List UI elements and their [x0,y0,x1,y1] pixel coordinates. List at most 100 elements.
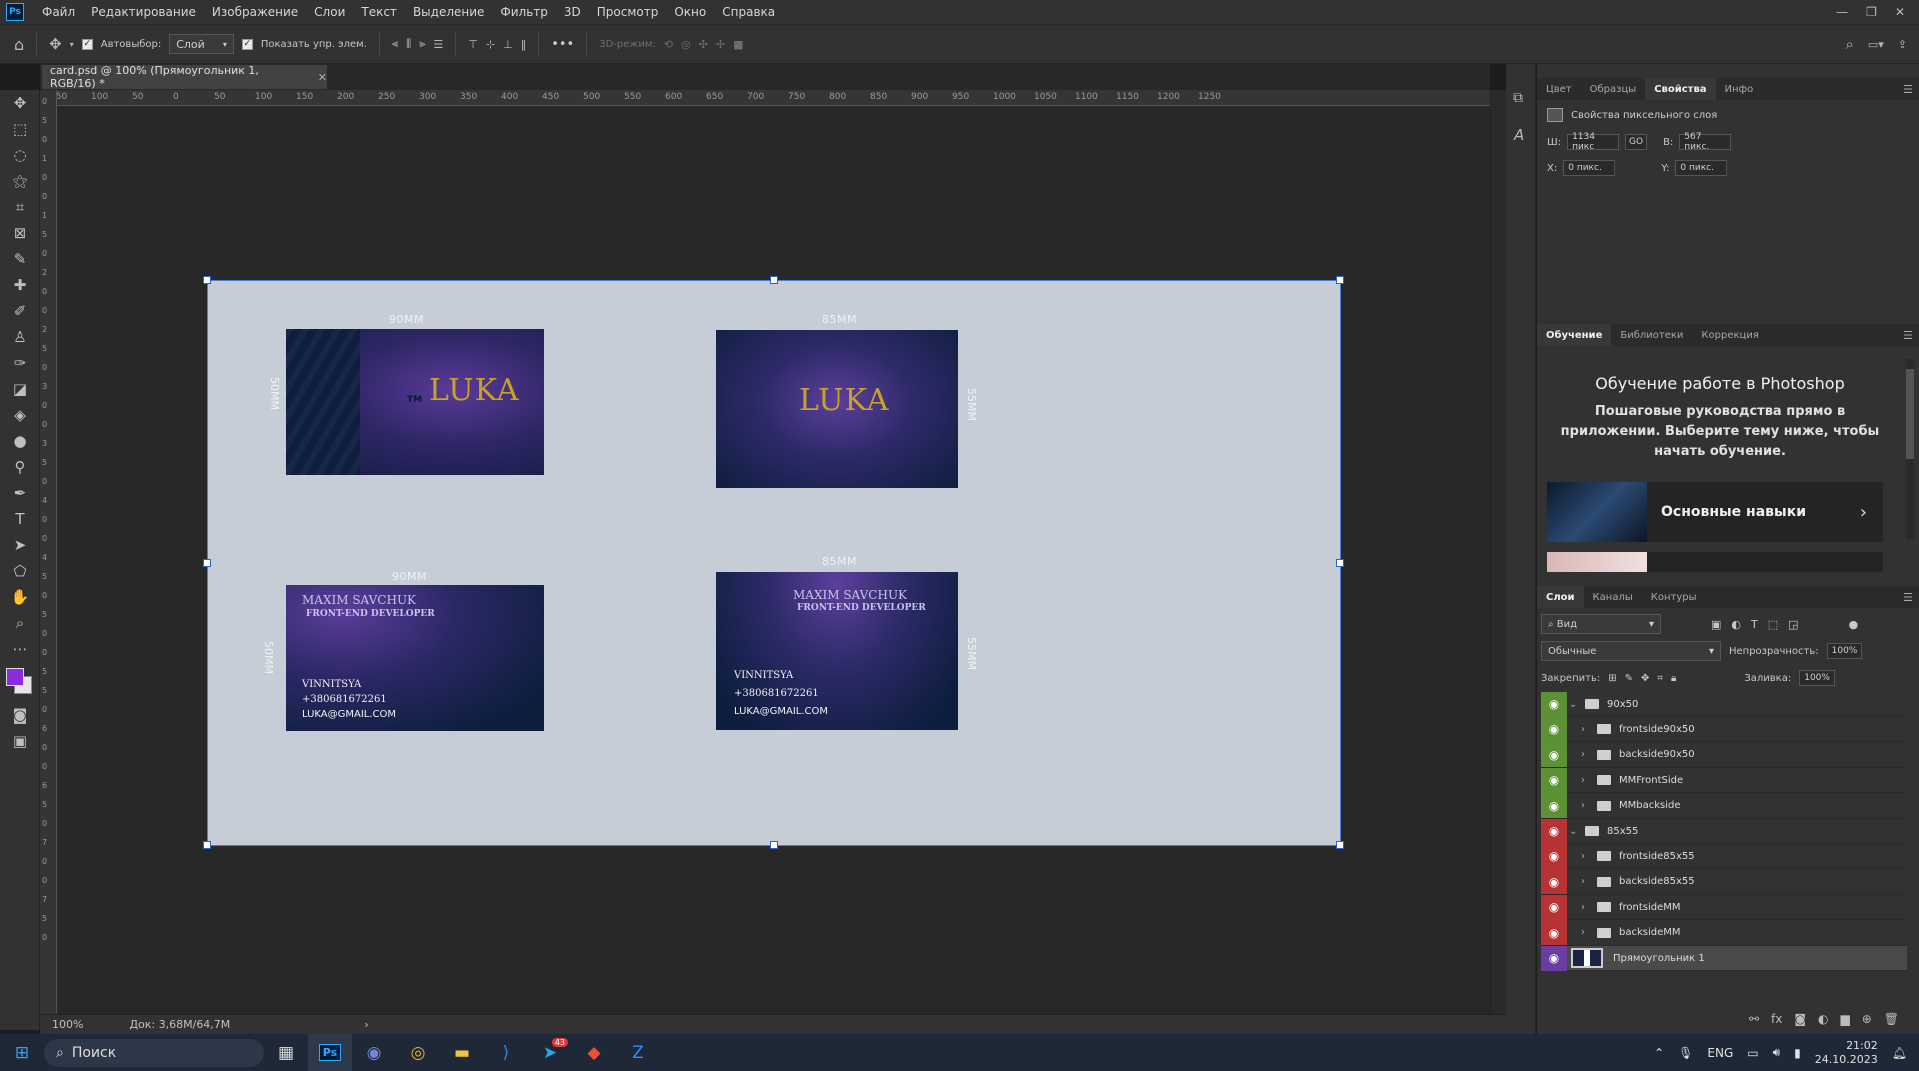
panel-menu-icon[interactable]: ☰ [1903,83,1913,96]
align-bottom-icon[interactable]: ⊥ [503,38,513,51]
close-icon[interactable]: ✕ [1895,5,1905,19]
windows-start-icon[interactable]: ⊞ [0,1034,44,1071]
more-options-button[interactable]: ••• [551,37,574,52]
autoselect-checkbox[interactable]: ✓ [81,38,93,50]
transform-handle[interactable] [1336,559,1344,567]
git-icon[interactable]: ◆ [572,1034,616,1071]
stamp-tool-icon[interactable]: ♙ [0,324,40,350]
blur-tool-icon[interactable]: ● [0,428,40,454]
roll-3d-icon[interactable]: ◎ [681,38,691,51]
tab-learn[interactable]: Обучение [1537,324,1612,346]
width-field[interactable]: 1134 пикс [1567,132,1620,152]
transform-handle[interactable] [770,841,778,849]
eye-icon[interactable]: ◉ [1541,767,1567,793]
business-card-front-90x50[interactable]: TM LUKA [286,329,544,475]
layer-row[interactable]: ◉ ⌄ 90x50 [1541,691,1907,717]
lock-transparent-icon[interactable]: ⊞ [1608,673,1616,684]
filter-adjustment-icon[interactable]: ◐ [1731,618,1741,631]
menu-edit[interactable]: Редактирование [83,5,204,19]
fx-icon[interactable]: fx [1771,1012,1782,1026]
tab-channels[interactable]: Каналы [1584,586,1642,608]
transform-handle[interactable] [770,276,778,284]
learn-card-basics[interactable]: Основные навыки › [1547,482,1883,542]
photoshop-logo[interactable]: Ps [6,3,24,21]
business-card-back-85x55[interactable]: MAXIM SAVCHUK FRONT-END DEVELOPER VINNIT… [716,572,958,730]
foreground-color-swatch[interactable] [6,668,24,686]
menu-filter[interactable]: Фильтр [492,5,555,19]
tab-properties[interactable]: Свойства [1645,78,1716,100]
type-tool-icon[interactable]: T [0,506,40,532]
crop-tool-icon[interactable]: ⌗ [0,194,40,220]
telegram-icon[interactable]: ➤ 43 [528,1034,572,1071]
adjustment-layer-icon[interactable]: ◐ [1818,1012,1828,1026]
more-tools-icon[interactable]: ⋯ [0,636,40,662]
search-icon[interactable]: ⌕ [1845,35,1853,53]
quick-mask-icon[interactable]: ◙ [0,702,40,728]
orbit-3d-icon[interactable]: ⟲ [664,38,673,51]
marquee-tool-icon[interactable]: ⬚ [0,116,40,142]
menu-file[interactable]: Файл [34,5,83,19]
transform-handle[interactable] [203,276,211,284]
distribute-h-icon[interactable]: ‖ [521,38,527,51]
slide-3d-icon[interactable]: ✢ [716,38,725,51]
menu-image[interactable]: Изображение [204,5,306,19]
layer-row[interactable]: ◉ › frontside90x50 [1541,716,1907,743]
history-icon[interactable]: ⧉ [1513,90,1523,106]
home-icon[interactable]: ⌂ [14,35,24,54]
layer-filter-dropdown[interactable]: ⌕ Вид ▾ [1541,614,1661,634]
workspace-icon[interactable]: ▭▾ [1868,38,1884,51]
move-tool-icon[interactable]: ✥ [49,35,62,53]
magic-wand-tool-icon[interactable]: ⚝ [0,168,40,194]
chevron-right-icon[interactable]: › [1581,800,1593,811]
chevron-down-icon[interactable]: ▾ [70,40,74,49]
y-field[interactable]: 0 пикс. [1675,160,1728,176]
history-brush-tool-icon[interactable]: ✑ [0,350,40,376]
vscode-icon[interactable]: ⟩ [484,1034,528,1071]
document-canvas[interactable]: 90MM 50MM TM LUKA 85MM 55MM LUKA 90MM 50… [203,276,1344,849]
eye-icon[interactable]: ◉ [1541,716,1567,742]
new-group-icon[interactable]: ▆ [1840,1012,1849,1026]
link-icon[interactable]: GO [1625,134,1648,150]
align-left-icon[interactable]: ⫷ [392,37,398,51]
chevron-down-icon[interactable]: ⌄ [1569,826,1581,837]
height-field[interactable]: 567 пикс. [1679,132,1732,152]
eye-icon[interactable]: ◉ [1541,920,1567,946]
eye-icon[interactable]: ◉ [1541,869,1567,895]
menu-help[interactable]: Справка [714,5,783,19]
chevron-up-icon[interactable]: ⌃ [1654,1046,1664,1060]
lasso-tool-icon[interactable]: ◌ [0,142,40,168]
panel-menu-icon[interactable]: ☰ [1903,591,1913,604]
panel-menu-icon[interactable]: ☰ [1903,329,1913,342]
transform-handle[interactable] [1336,276,1344,284]
eye-icon[interactable]: ◉ [1541,945,1567,971]
hand-tool-icon[interactable]: ✋ [0,584,40,610]
paragraph-icon[interactable]: A [1514,126,1524,144]
close-tab-icon[interactable]: ✕ [318,71,327,84]
file-explorer-icon[interactable]: ▬ [440,1034,484,1071]
align-top-icon[interactable]: ⊤ [468,38,478,51]
chevron-right-icon[interactable]: › [1581,927,1593,938]
healing-brush-tool-icon[interactable]: ✚ [0,272,40,298]
tab-libraries[interactable]: Библиотеки [1611,324,1692,346]
transform-handle[interactable] [203,841,211,849]
menu-view[interactable]: Просмотр [589,5,667,19]
delete-layer-icon[interactable]: 🗑︎ [1884,1012,1899,1026]
layer-row[interactable]: ◉ › MMFrontSide [1541,767,1907,794]
layer-row[interactable]: ◉ › frontsideMM [1541,894,1907,921]
chevron-right-icon[interactable]: › [1581,851,1593,862]
chevron-down-icon[interactable]: ⌄ [1569,699,1581,710]
chevron-right-icon[interactable]: › [364,1018,368,1031]
volume-icon[interactable]: 🔊︎ [1773,1045,1781,1060]
lock-all-icon[interactable]: 🔒︎ [1671,673,1676,684]
filter-pixel-icon[interactable]: ▣ [1711,618,1721,631]
tab-color[interactable]: Цвет [1537,78,1581,100]
eye-icon[interactable]: ◉ [1541,793,1567,819]
distribute-v-icon[interactable]: ☰ [433,38,443,51]
photoshop-taskbar-icon[interactable]: Ps [308,1034,352,1071]
filter-shape-icon[interactable]: ⬚ [1768,618,1778,631]
align-middle-v-icon[interactable]: ⊹ [486,38,495,51]
pen-tool-icon[interactable]: ✒ [0,480,40,506]
filter-type-icon[interactable]: T [1751,618,1758,631]
lock-position-icon[interactable]: ✥ [1641,673,1649,684]
display-icon[interactable]: ▭ [1747,1046,1758,1060]
